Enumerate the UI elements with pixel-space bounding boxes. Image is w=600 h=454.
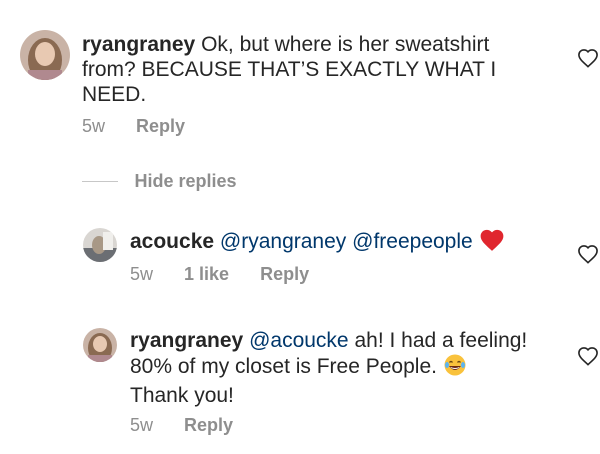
reply-body: acoucke @ryangraney @freepeople bbox=[130, 228, 550, 258]
hide-replies-label: Hide replies bbox=[134, 171, 237, 191]
comment-age: 5w bbox=[82, 116, 106, 136]
avatar-photo bbox=[20, 30, 70, 80]
avatar[interactable] bbox=[20, 30, 70, 80]
reply-age: 5w bbox=[130, 264, 154, 284]
like-heart-icon[interactable] bbox=[577, 48, 599, 68]
comment-text-line3: NEED. bbox=[82, 83, 147, 106]
reply-age: 5w bbox=[130, 415, 154, 435]
comment-text-line2: from? BECAUSE THAT’S EXACTLY WHAT I bbox=[82, 58, 497, 81]
mention-link[interactable]: @freepeople bbox=[352, 230, 473, 253]
likes-count[interactable]: 1 like bbox=[184, 264, 229, 285]
mention-link[interactable]: @acoucke bbox=[249, 329, 349, 352]
reply-meta: 5w 1 like Reply bbox=[130, 264, 309, 285]
comment-username[interactable]: ryangraney bbox=[82, 33, 195, 56]
comment-meta: 5w Reply bbox=[82, 116, 185, 137]
reply-button[interactable]: Reply bbox=[184, 415, 233, 436]
like-heart-icon[interactable] bbox=[577, 244, 599, 264]
reply-username[interactable]: ryangraney bbox=[130, 329, 243, 352]
like-heart-icon[interactable] bbox=[577, 346, 599, 366]
hide-replies-button[interactable]: Hide replies bbox=[82, 171, 237, 193]
avatar[interactable] bbox=[83, 228, 117, 262]
avatar-photo bbox=[83, 228, 117, 262]
hide-replies-divider bbox=[82, 181, 118, 182]
reply-button[interactable]: Reply bbox=[136, 116, 185, 137]
mention-link[interactable]: @ryangraney bbox=[220, 230, 346, 253]
comment-body: ryangraney Ok, but where is her sweatshi… bbox=[82, 32, 552, 107]
reply-button[interactable]: Reply bbox=[260, 264, 309, 285]
reply-text-line2: 80% of my closet is Free People. bbox=[130, 355, 437, 378]
avatar[interactable] bbox=[83, 328, 117, 362]
comment-text-line1: Ok, but where is her sweatshirt bbox=[201, 33, 490, 56]
red-heart-emoji bbox=[479, 228, 505, 258]
reply-meta: 5w Reply bbox=[130, 415, 233, 436]
tears-of-joy-emoji bbox=[443, 353, 467, 383]
reply-text-line1: ah! I had a feeling! bbox=[354, 329, 528, 352]
reply-username[interactable]: acoucke bbox=[130, 230, 214, 253]
reply-body: ryangraney @acoucke ah! I had a feeling!… bbox=[130, 328, 560, 408]
reply-text-line3: Thank you! bbox=[130, 384, 234, 407]
avatar-photo bbox=[83, 328, 117, 362]
